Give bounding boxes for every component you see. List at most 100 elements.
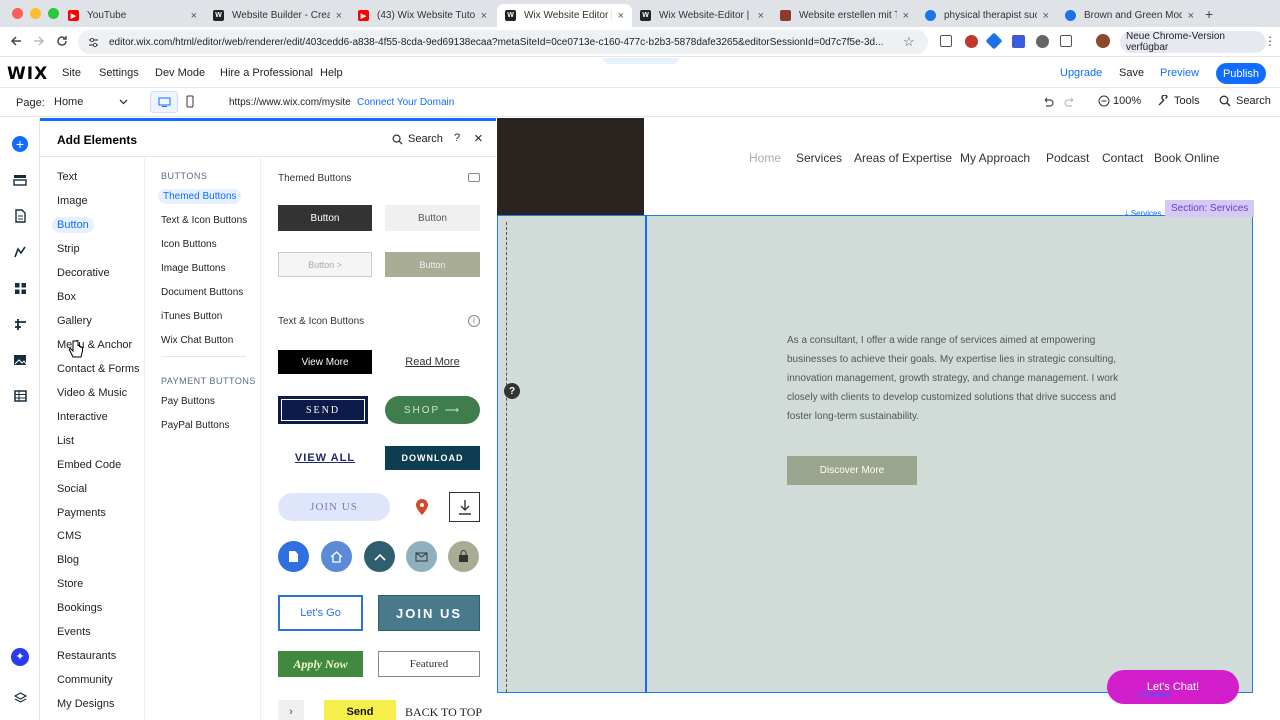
preview-button[interactable]: Preview bbox=[1160, 67, 1199, 79]
category-interactive[interactable]: Interactive bbox=[57, 411, 108, 423]
pages-icon[interactable] bbox=[10, 206, 30, 226]
chat-button[interactable]: Let's Chat! bbox=[1107, 670, 1239, 704]
close-tab-icon[interactable]: × bbox=[618, 10, 624, 22]
extension-icon[interactable] bbox=[1012, 35, 1025, 48]
browser-tab[interactable]: physical therapist suche × bbox=[917, 4, 1057, 27]
nav-home[interactable]: Home bbox=[749, 151, 781, 165]
screen-capture-icon[interactable] bbox=[940, 35, 952, 47]
publish-button[interactable]: Publish bbox=[1216, 63, 1266, 84]
browser-tab[interactable]: ▶ (43) Wix Website Tutorial × bbox=[350, 4, 495, 27]
site-settings-icon[interactable] bbox=[88, 37, 99, 48]
discover-more-button[interactable]: Discover More bbox=[787, 456, 917, 485]
document-icon[interactable] bbox=[278, 541, 309, 572]
subcategory-paypal-buttons[interactable]: PayPal Buttons bbox=[161, 420, 229, 431]
ai-assistant-icon[interactable]: ✦ bbox=[10, 647, 30, 667]
menu-help[interactable]: Help bbox=[320, 67, 343, 79]
category-payments[interactable]: Payments bbox=[57, 507, 106, 519]
subcategory-themed-buttons[interactable]: Themed Buttons bbox=[158, 189, 242, 204]
header-photo[interactable] bbox=[497, 118, 644, 215]
tools-button[interactable]: Tools bbox=[1157, 95, 1200, 107]
category-social[interactable]: Social bbox=[57, 483, 87, 495]
category-my-designs[interactable]: My Designs bbox=[57, 698, 114, 710]
chevron-up-icon[interactable] bbox=[364, 541, 395, 572]
back-arrow-icon[interactable] bbox=[10, 35, 22, 47]
join-us-button[interactable]: JOIN US bbox=[278, 493, 390, 521]
maximize-window-icon[interactable] bbox=[48, 8, 59, 19]
media-icon[interactable] bbox=[10, 350, 30, 370]
menu-dev-mode[interactable]: Dev Mode bbox=[155, 67, 205, 79]
redo-icon[interactable] bbox=[1064, 96, 1076, 108]
section-label[interactable]: Section: Services bbox=[1165, 200, 1255, 217]
home-icon[interactable] bbox=[321, 541, 352, 572]
extension-icon[interactable] bbox=[965, 35, 978, 48]
extension-icon[interactable] bbox=[1036, 35, 1049, 48]
category-button[interactable]: Button bbox=[52, 217, 94, 233]
cms-icon[interactable] bbox=[10, 386, 30, 406]
panel-search-button[interactable]: Search bbox=[392, 133, 443, 145]
shop-button[interactable]: SHOP ⟶ bbox=[385, 396, 480, 424]
extension-icon[interactable] bbox=[985, 32, 1003, 50]
help-icon[interactable]: ? bbox=[504, 383, 520, 399]
category-gallery[interactable]: Gallery bbox=[57, 315, 92, 327]
reload-icon[interactable] bbox=[56, 35, 68, 47]
search-button[interactable]: Search bbox=[1219, 95, 1271, 107]
bookmark-star-icon[interactable]: ☆ bbox=[903, 34, 915, 50]
subcategory-icon-buttons[interactable]: Icon Buttons bbox=[161, 239, 217, 250]
mail-icon[interactable] bbox=[406, 541, 437, 572]
category-contact-forms[interactable]: Contact & Forms bbox=[57, 363, 140, 375]
category-store[interactable]: Store bbox=[57, 578, 83, 590]
category-video-music[interactable]: Video & Music bbox=[57, 387, 127, 399]
close-panel-icon[interactable]: × bbox=[474, 130, 483, 147]
featured-button[interactable]: Featured bbox=[378, 651, 480, 677]
column-divider[interactable] bbox=[645, 215, 647, 693]
save-button[interactable]: Save bbox=[1119, 67, 1144, 79]
lets-go-button[interactable]: Let's Go bbox=[278, 595, 363, 631]
category-blog[interactable]: Blog bbox=[57, 554, 79, 566]
back-to-top-button[interactable]: BACK TO TOP bbox=[405, 700, 482, 720]
upgrade-button[interactable]: Upgrade bbox=[1060, 67, 1102, 79]
send-button[interactable]: SEND bbox=[278, 396, 368, 424]
forward-arrow-icon[interactable] bbox=[33, 35, 45, 47]
subcategory-text-icon-buttons[interactable]: Text & Icon Buttons bbox=[161, 215, 247, 226]
menu-hire-a-professional[interactable]: Hire a Professional bbox=[220, 67, 313, 79]
location-pin-icon[interactable] bbox=[407, 493, 437, 521]
apply-now-button[interactable]: Apply Now bbox=[278, 651, 363, 677]
category-bookings[interactable]: Bookings bbox=[57, 602, 102, 614]
category-embed-code[interactable]: Embed Code bbox=[57, 459, 121, 471]
nav-contact[interactable]: Contact bbox=[1102, 151, 1143, 165]
collapse-toolbar-handle[interactable] bbox=[603, 58, 679, 64]
subcategory-wix-chat-button[interactable]: Wix Chat Button bbox=[161, 335, 233, 346]
close-tab-icon[interactable]: × bbox=[191, 10, 197, 22]
category-events[interactable]: Events bbox=[57, 626, 91, 638]
anchor-tag-contact[interactable]: ⤓ Contact bbox=[1137, 690, 1170, 700]
themed-button-outline[interactable]: Button > bbox=[278, 252, 372, 277]
services-section[interactable] bbox=[497, 215, 1253, 693]
close-tab-icon[interactable]: × bbox=[336, 10, 342, 22]
category-list[interactable]: List bbox=[57, 435, 74, 447]
browser-tab[interactable]: W Wix Website-Editor | julia × bbox=[632, 4, 772, 27]
help-icon[interactable]: ? bbox=[454, 132, 460, 144]
nav-areas-of-expertise[interactable]: Areas of Expertise bbox=[854, 151, 952, 165]
sections-icon[interactable] bbox=[10, 170, 30, 190]
address-bar[interactable]: editor.wix.com/html/editor/web/renderer/… bbox=[78, 30, 928, 54]
category-restaurants[interactable]: Restaurants bbox=[57, 650, 116, 662]
browser-tab[interactable]: W Website Builder - Create × bbox=[205, 4, 350, 27]
subcategory-image-buttons[interactable]: Image Buttons bbox=[161, 263, 225, 274]
themed-button-olive[interactable]: Button bbox=[385, 252, 480, 277]
browser-tab[interactable]: ▶ YouTube × bbox=[60, 4, 205, 27]
browser-tab-active[interactable]: W Wix Website Editor | Julia × bbox=[497, 4, 632, 27]
page-selector[interactable]: Home bbox=[50, 92, 132, 112]
menu-settings[interactable]: Settings bbox=[99, 67, 139, 79]
canvas-scrollbar[interactable] bbox=[1254, 215, 1280, 720]
minimize-window-icon[interactable] bbox=[30, 8, 41, 19]
close-tab-icon[interactable]: × bbox=[1043, 10, 1049, 22]
category-cms[interactable]: CMS bbox=[57, 530, 81, 542]
send-button-yellow[interactable]: Send bbox=[324, 700, 396, 720]
themed-button-light[interactable]: Button bbox=[385, 205, 480, 231]
chevron-right-icon[interactable]: › bbox=[278, 700, 304, 720]
browser-tab[interactable]: Website erstellen mit Tut × bbox=[772, 4, 917, 27]
new-tab-icon[interactable]: + bbox=[1205, 6, 1213, 22]
theme-settings-icon[interactable] bbox=[468, 173, 480, 182]
close-tab-icon[interactable]: × bbox=[903, 10, 909, 22]
close-tab-icon[interactable]: × bbox=[1188, 10, 1194, 22]
